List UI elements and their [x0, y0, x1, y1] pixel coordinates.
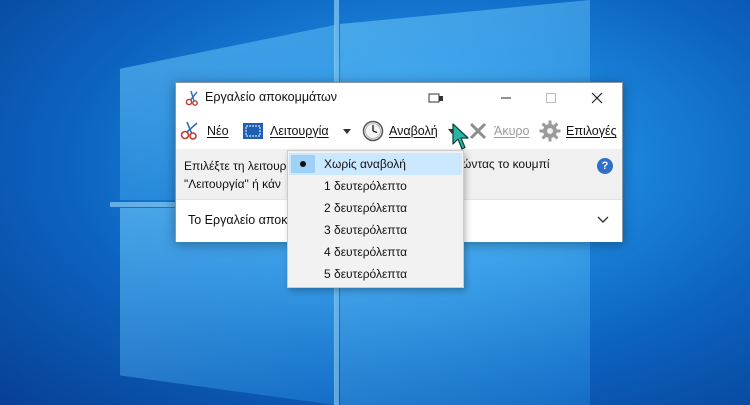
- menu-item-3-seconds[interactable]: 3 δευτερόλεπτα: [289, 219, 462, 241]
- mode-label: Λειτουργία: [270, 124, 329, 138]
- radio-bullet-icon: [300, 161, 306, 167]
- cancel-label: Άκυρο: [494, 124, 530, 138]
- gear-icon: [539, 120, 561, 142]
- cancel-button[interactable]: Άκυρο: [468, 118, 530, 144]
- instructions-text: Επιλέξτε τη λειτουρ "Λειτουργία" ή κάν: [184, 157, 287, 193]
- delay-button[interactable]: Αναβολή: [362, 118, 456, 144]
- clock-icon: [362, 120, 384, 142]
- window-title: Εργαλείο αποκομμάτων: [205, 90, 338, 104]
- footer-text: Το Εργαλείο αποκο: [188, 213, 295, 227]
- mode-button[interactable]: Λειτουργία: [242, 118, 351, 144]
- menu-item-5-seconds[interactable]: 5 δευτερόλεπτα: [289, 263, 462, 285]
- maximize-button[interactable]: [528, 83, 574, 113]
- menu-item-label: Χωρίς αναβολή: [324, 157, 406, 171]
- help-icon[interactable]: ?: [597, 158, 613, 174]
- new-label: Νέο: [207, 124, 229, 138]
- instructions-line-2: "Λειτουργία" ή κάν: [184, 177, 281, 191]
- menu-item-label: 1 δευτερόλεπτο: [324, 179, 407, 193]
- menu-item-2-seconds[interactable]: 2 δευτερόλεπτα: [289, 197, 462, 219]
- instructions-line-1-end: ώντας το κουμπί: [462, 157, 550, 171]
- menu-item-label: 4 δευτερόλεπτα: [324, 245, 408, 259]
- close-button[interactable]: [574, 83, 620, 113]
- delay-dropdown-menu: Χωρίς αναβολή 1 δευτερόλεπτο 2 δευτερόλε…: [287, 150, 464, 288]
- options-label: Επιλογές: [566, 124, 617, 138]
- minimize-icon: [501, 97, 511, 99]
- menu-item-label: 2 δευτερόλεπτα: [324, 201, 408, 215]
- menu-item-no-delay[interactable]: Χωρίς αναβολή: [289, 153, 462, 175]
- restore-icon[interactable]: [421, 83, 451, 113]
- mouse-cursor-icon: [452, 123, 469, 150]
- options-button[interactable]: Επιλογές: [539, 118, 617, 144]
- scissors-icon: [185, 90, 198, 106]
- title-bar[interactable]: Εργαλείο αποκομμάτων: [176, 83, 622, 113]
- toolbar: Νέο Λειτουργία Αναβολή Άκυρο Επιλογές: [176, 113, 622, 149]
- menu-item-4-seconds[interactable]: 4 δευτερόλεπτα: [289, 241, 462, 263]
- rectangle-snip-icon: [243, 123, 263, 139]
- scissors-icon: [180, 121, 198, 140]
- close-icon: [591, 92, 603, 104]
- menu-item-label: 5 δευτερόλεπτα: [324, 267, 408, 281]
- instructions-line-1: Επιλέξτε τη λειτουρ: [184, 159, 287, 173]
- menu-item-1-second[interactable]: 1 δευτερόλεπτο: [289, 175, 462, 197]
- menu-item-label: 3 δευτερόλεπτα: [324, 223, 408, 237]
- chevron-down-icon[interactable]: [596, 213, 610, 227]
- delay-label: Αναβολή: [389, 124, 438, 138]
- mode-dropdown-arrow-icon[interactable]: [342, 128, 351, 134]
- maximize-icon: [546, 93, 556, 103]
- new-button[interactable]: Νέο: [180, 118, 229, 144]
- minimize-button[interactable]: [483, 83, 529, 113]
